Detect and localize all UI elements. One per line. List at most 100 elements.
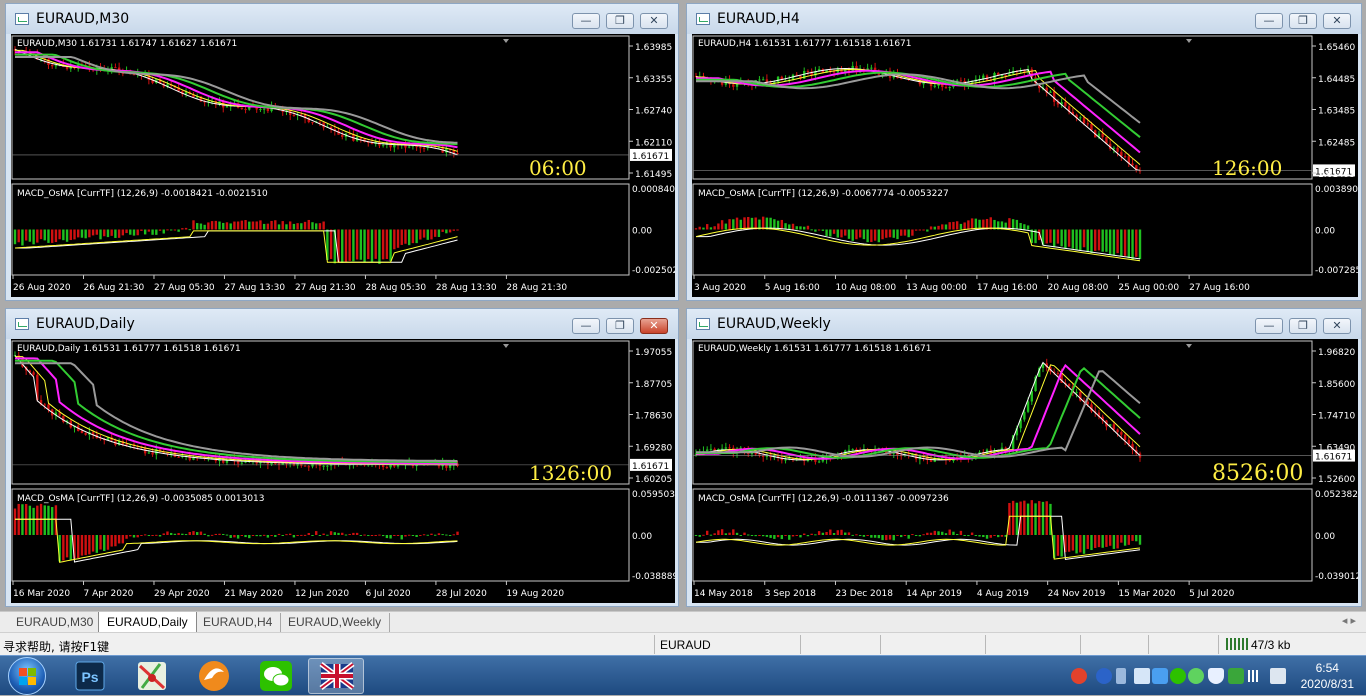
chart-canvas[interactable]: 1.61671 8526:00 EURAUD,Weekly 1.61531 1.61…	[692, 339, 1358, 603]
tab-euraud-m30[interactable]: EURAUD,M30	[8, 613, 103, 632]
restore-button[interactable]: ❐	[1289, 318, 1317, 334]
macd-bar	[937, 531, 940, 535]
macd-bar	[1038, 501, 1041, 535]
wechat-pay-icon[interactable]	[1188, 668, 1204, 684]
date-tick-label: 19 Aug 2020	[506, 589, 564, 599]
macd-bar	[728, 219, 731, 230]
clock[interactable]: 6:54 2020/8/31	[1301, 660, 1354, 692]
chart-area[interactable]: 1.61671 126:00 EURAUD,H4 1.61531 1.61777 1…	[692, 34, 1358, 297]
minimize-button[interactable]: —	[572, 13, 600, 29]
candle-body	[1116, 429, 1119, 433]
notification-icon[interactable]	[1134, 668, 1150, 684]
macd-bar	[255, 221, 258, 230]
restore-button[interactable]: ❐	[606, 318, 634, 334]
macd-bar	[1064, 229, 1067, 249]
minimize-button[interactable]: —	[1255, 13, 1283, 29]
chart-canvas[interactable]: 1.61671 1326:00 EURAUD,Daily 1.61531 1.617…	[11, 339, 675, 603]
security-check-icon[interactable]	[1228, 668, 1244, 684]
candle-body	[732, 84, 735, 87]
candle-body	[1123, 434, 1127, 440]
macd-bar	[114, 229, 117, 238]
macd-bar	[963, 222, 966, 230]
cloud-icon[interactable]	[1152, 668, 1168, 684]
close-button[interactable]: ✕	[1323, 13, 1351, 29]
help-icon[interactable]	[1096, 668, 1112, 684]
wechat-tray-icon[interactable]	[1170, 668, 1186, 684]
shield-icon[interactable]	[1208, 668, 1224, 684]
chart-window-daily[interactable]: EURAUD,Daily — ❐ ✕ 1.61671 1326:00 EURAUD,…	[5, 308, 679, 607]
candle-body	[225, 105, 229, 108]
title-bar[interactable]: EURAUD,Daily — ❐ ✕	[6, 309, 678, 339]
taskbar-app-metatrader[interactable]	[308, 658, 364, 694]
tab-euraud-h4[interactable]: EURAUD,H4	[195, 613, 282, 632]
macd-bar	[385, 535, 389, 539]
close-button[interactable]: ✕	[640, 318, 668, 334]
tab-scroll-arrows[interactable]: ◂ ▸	[1342, 614, 1356, 627]
macd-scale-label: -0.007285	[1315, 266, 1358, 276]
network-icon[interactable]	[1116, 668, 1126, 684]
chart-window-m30[interactable]: EURAUD,M30 — ❐ ✕ 1.61671 06:00 EURAUD,M30 …	[5, 3, 679, 301]
macd-bar	[69, 535, 72, 560]
traffic-text: 47/3 kb	[1251, 638, 1291, 652]
macd-bar	[311, 222, 314, 230]
macd-bar	[1056, 229, 1060, 244]
macd-bar	[140, 229, 143, 231]
chart-area[interactable]: 1.61671 8526:00 EURAUD,Weekly 1.61531 1.61…	[692, 339, 1358, 603]
taskbar-app-photoshop[interactable]: Ps	[62, 658, 118, 694]
chart-tabs-bar: EURAUD,M30 EURAUD,Daily EURAUD,H4 EURAUD…	[0, 611, 1366, 633]
tab-euraud-weekly[interactable]: EURAUD,Weekly	[280, 613, 391, 632]
chart-info-label: EURAUD,Weekly 1.61531 1.61777 1.61518 1.…	[698, 344, 932, 354]
close-button[interactable]: ✕	[1323, 318, 1351, 334]
date-tick-label: 17 Aug 16:00	[977, 283, 1038, 293]
macd-bar	[735, 217, 739, 230]
macd-bar	[862, 229, 866, 240]
macd-bar	[266, 223, 270, 230]
sogou-input-icon[interactable]	[1071, 668, 1087, 684]
title-bar[interactable]: EURAUD,H4 — ❐ ✕	[687, 4, 1361, 34]
status-help-text: 寻求帮助, 请按F1键	[3, 640, 110, 654]
chart-area[interactable]: 1.61671 06:00 EURAUD,M30 1.61731 1.61747 1…	[11, 34, 675, 297]
date-tick-label: 14 Apr 2019	[906, 589, 962, 599]
candle-body	[114, 67, 117, 69]
restore-button[interactable]: ❐	[1289, 13, 1317, 29]
chart-window-h4[interactable]: EURAUD,H4 — ❐ ✕ 1.61671 126:00 EURAUD,H4 1…	[686, 3, 1362, 301]
macd-bar	[732, 219, 735, 230]
date-tick-label: 12 Jun 2020	[295, 589, 349, 599]
macd-bar	[1067, 229, 1071, 247]
clock-time: 6:54	[1315, 661, 1339, 675]
macd-bar	[91, 229, 95, 236]
macd-bar	[106, 535, 110, 550]
price-tick-label: 1.74710	[1318, 412, 1355, 422]
price-tick-label: 1.64485	[1318, 75, 1355, 85]
taskbar-app-browser[interactable]	[186, 658, 242, 694]
start-button[interactable]	[4, 656, 50, 696]
chart-canvas[interactable]: 1.61671126:00EURAUD,H4 1.61531 1.61777 1…	[692, 34, 1358, 297]
macd-bar	[214, 533, 218, 535]
taskbar-app-wechat[interactable]	[248, 658, 304, 694]
macd-bar	[106, 229, 110, 238]
candle-body	[1086, 123, 1089, 125]
restore-button[interactable]: ❐	[606, 13, 634, 29]
minimize-button[interactable]: —	[572, 318, 600, 334]
tab-euraud-daily[interactable]: EURAUD,Daily	[98, 612, 197, 633]
macd-bar	[404, 535, 407, 537]
close-button[interactable]: ✕	[640, 13, 668, 29]
macd-bar	[400, 229, 403, 245]
macd-bar	[806, 535, 810, 537]
signal-bars-icon[interactable]	[1248, 670, 1264, 682]
chart-canvas[interactable]: 1.61671 06:00 EURAUD,M30 1.61731 1.61747 1…	[11, 34, 675, 297]
volume-icon[interactable]	[1270, 668, 1286, 684]
chart-area[interactable]: 1.61671 1326:00 EURAUD,Daily 1.61531 1.617…	[11, 339, 675, 603]
macd-bar	[251, 221, 255, 230]
chart-window-weekly[interactable]: EURAUD,Weekly — ❐ ✕ 1.61671 8526:00 EURAUD…	[686, 308, 1362, 607]
title-bar[interactable]: EURAUD,Weekly — ❐ ✕	[687, 309, 1361, 339]
title-bar[interactable]: EURAUD,M30 — ❐ ✕	[6, 4, 678, 34]
browser-icon	[199, 661, 229, 691]
macd-bar	[326, 534, 329, 536]
minimize-button[interactable]: —	[1255, 318, 1283, 334]
macd-bar	[832, 229, 836, 234]
candle-body	[1004, 74, 1007, 76]
macd-bar	[873, 229, 877, 241]
taskbar-app-maps[interactable]	[124, 658, 180, 694]
date-tick-label: 21 May 2020	[224, 589, 283, 599]
